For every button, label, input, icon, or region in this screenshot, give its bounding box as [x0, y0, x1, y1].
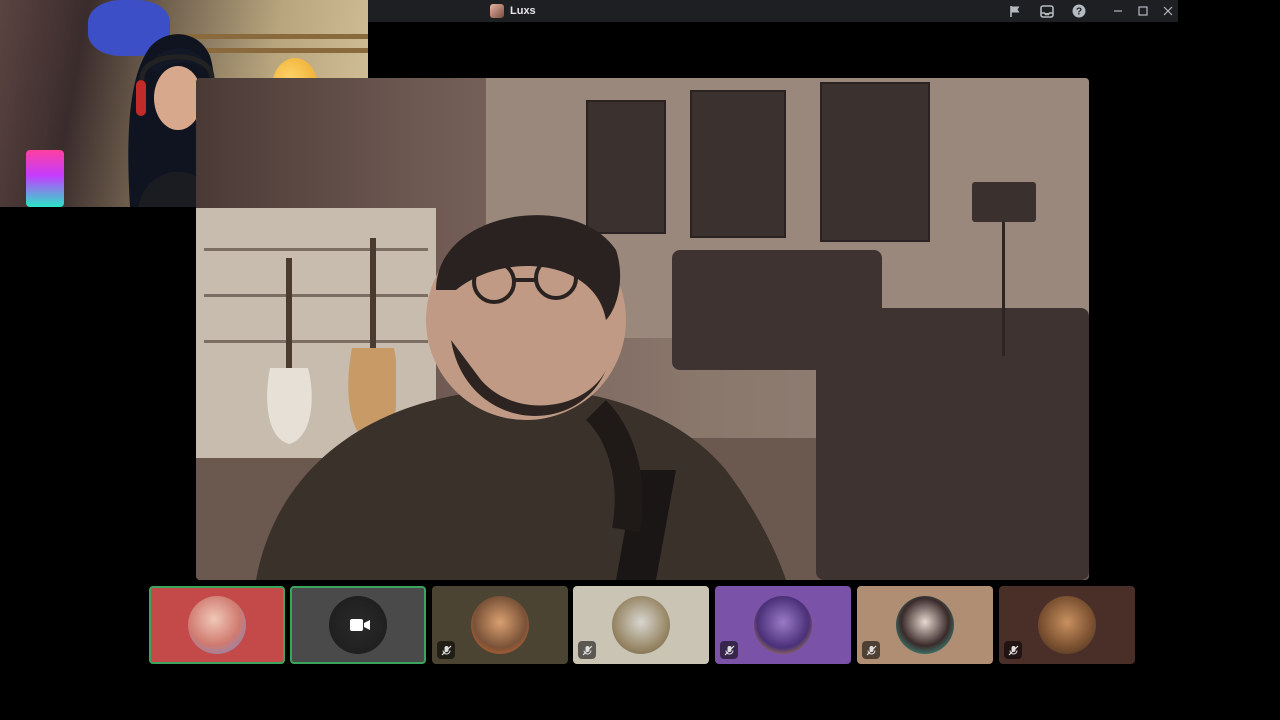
- help-icon[interactable]: ?: [1071, 3, 1087, 19]
- wall-painting: [820, 82, 930, 242]
- participant-tile[interactable]: [290, 586, 426, 664]
- participant-avatar: [188, 596, 246, 654]
- floor-lamp-shade: [972, 182, 1036, 222]
- participant-tile[interactable]: [999, 586, 1135, 664]
- window-title-group: Luxs: [490, 3, 536, 19]
- mic-muted-icon: [862, 641, 880, 659]
- rgb-lamp-image: [26, 150, 64, 207]
- minimize-icon[interactable]: [1110, 3, 1126, 19]
- mic-muted-icon: [1004, 641, 1022, 659]
- mic-muted-icon: [720, 641, 738, 659]
- maximize-icon[interactable]: [1135, 3, 1151, 19]
- participant-avatar: [754, 596, 812, 654]
- participant-tile[interactable]: [715, 586, 851, 664]
- participant-avatar: [612, 596, 670, 654]
- title-bar: Luxs ?: [368, 0, 1178, 22]
- floor-lamp-pole: [1002, 222, 1005, 356]
- camera-icon: [350, 619, 370, 631]
- window-title: Luxs: [510, 5, 536, 17]
- participant-tile[interactable]: [573, 586, 709, 664]
- participant-avatar: [896, 596, 954, 654]
- participant-avatar: [1038, 596, 1096, 654]
- participant-tile[interactable]: [432, 586, 568, 664]
- close-icon[interactable]: [1160, 3, 1176, 19]
- main-video-stream[interactable]: [196, 78, 1089, 580]
- main-speaker-figure: [256, 215, 786, 580]
- mic-muted-icon: [437, 641, 455, 659]
- participant-tile[interactable]: [857, 586, 993, 664]
- mic-muted-icon: [578, 641, 596, 659]
- participant-tile[interactable]: [149, 586, 285, 664]
- sofa: [816, 308, 1089, 580]
- server-avatar-icon: [490, 4, 504, 18]
- flag-icon[interactable]: [1007, 3, 1023, 19]
- inbox-icon[interactable]: [1039, 3, 1055, 19]
- svg-text:?: ?: [1076, 7, 1082, 18]
- participant-avatar: [471, 596, 529, 654]
